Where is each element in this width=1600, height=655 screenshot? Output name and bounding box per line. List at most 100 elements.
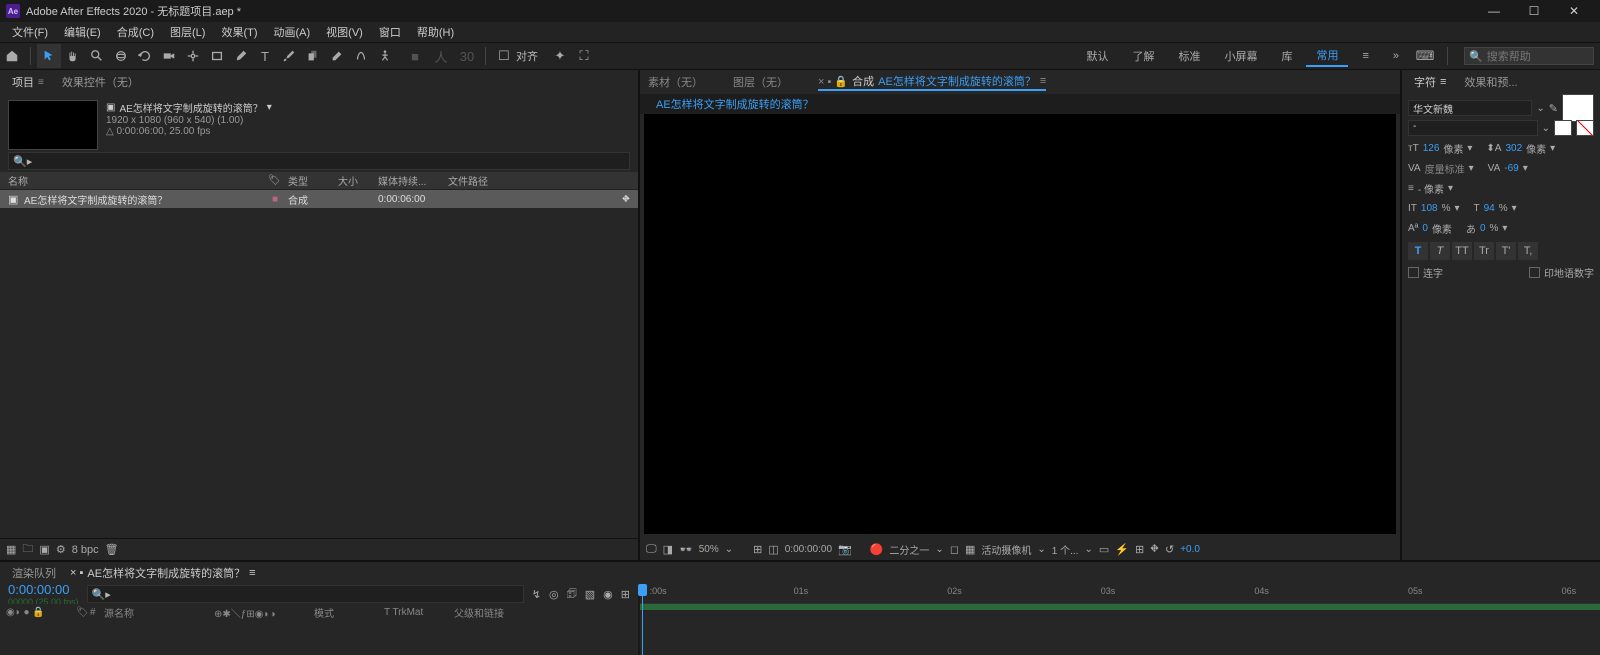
col-size[interactable]: 大小 [338, 173, 378, 188]
ws-more-icon[interactable]: » [1383, 48, 1409, 64]
subscript[interactable]: T, [1518, 242, 1538, 260]
project-item-row[interactable]: ▣ AE怎样将文字制成旋转的滚筒？ ■ 合成 0:00:06:00 ⛖ [0, 190, 638, 208]
source-tab[interactable]: 素材（无） [648, 74, 703, 90]
font-style[interactable]: - [1408, 120, 1538, 136]
faux-italic[interactable]: T [1430, 242, 1450, 260]
ws-common[interactable]: 常用 [1306, 45, 1348, 67]
ws-menu-icon[interactable]: ≡ [1352, 48, 1378, 64]
snap-icon[interactable]: ☐ [492, 44, 516, 68]
font-family[interactable]: 华文新魏 [1408, 100, 1532, 116]
rotation-tool[interactable] [133, 44, 157, 68]
new-folder-icon[interactable]: 🗀 [22, 540, 33, 559]
px-aspect-icon[interactable]: ▭ [1099, 543, 1109, 556]
menu-comp[interactable]: 合成(C) [109, 24, 162, 40]
maximize-button[interactable]: ☐ [1514, 0, 1554, 22]
work-area[interactable] [640, 604, 1600, 610]
camera-tool[interactable] [157, 44, 181, 68]
bpc-label[interactable]: 8 bpc [72, 544, 99, 556]
layer-tab[interactable]: 图层（无） [733, 74, 788, 90]
menu-window[interactable]: 窗口 [371, 24, 409, 40]
zoom-tool[interactable] [85, 44, 109, 68]
home-tool[interactable] [0, 44, 24, 68]
timeline-comp-tab[interactable]: × ▪ AE怎样将文字制成旋转的滚筒？ ≡ [66, 563, 260, 583]
settings-icon[interactable]: ⚙ [56, 543, 66, 556]
tl-frameblend-icon[interactable]: ▧ [585, 588, 595, 601]
mask-icon[interactable]: 👓 [679, 543, 693, 556]
src-col[interactable]: 源名称 [104, 605, 214, 620]
opt-2[interactable]: 人 [429, 44, 453, 68]
exposure-value[interactable]: +0.0 [1180, 544, 1200, 555]
ws-lib[interactable]: 库 [1271, 46, 1302, 66]
ws-default[interactable]: 默认 [1076, 46, 1118, 66]
guides-icon[interactable]: ◫ [768, 543, 778, 556]
roto-tool[interactable] [349, 44, 373, 68]
resolution-dd[interactable]: 二分之一 [889, 542, 929, 557]
magic-icon[interactable]: ✦ [548, 44, 572, 68]
col-mdur[interactable]: 媒体持续... [378, 173, 448, 188]
preview-tc[interactable]: 0:00:00:00 [785, 544, 832, 555]
col-tag-icon[interactable]: 🏷 [268, 175, 288, 186]
trk-col[interactable]: T TrkMat [384, 607, 454, 618]
menu-help[interactable]: 帮助(H) [409, 24, 462, 40]
text-tool[interactable]: T [253, 44, 277, 68]
time-ruler[interactable]: :00s 01s 02s 03s 04s 05s 06s [640, 584, 1600, 604]
views-dd[interactable]: 1 个... [1052, 542, 1079, 557]
timeline-search[interactable]: 🔍▸ [87, 585, 524, 603]
comp-viewer[interactable] [644, 114, 1396, 534]
menu-layer[interactable]: 图层(L) [162, 24, 213, 40]
menu-edit[interactable]: 编辑(E) [56, 24, 109, 40]
puppet-tool[interactable] [373, 44, 397, 68]
selection-tool[interactable] [37, 44, 61, 68]
col-path[interactable]: 文件路径 [448, 173, 488, 188]
orbit-tool[interactable] [109, 44, 133, 68]
channel-icon[interactable]: 🔴 [870, 543, 884, 556]
mode-col[interactable]: 模式 [314, 605, 384, 620]
tl-motionblur-icon[interactable]: ◉ [603, 588, 613, 601]
effects-tab[interactable]: 效果控件（无） [58, 72, 143, 92]
faux-bold[interactable]: T [1408, 242, 1428, 260]
stroke-swatch-1[interactable] [1554, 120, 1572, 136]
char-tab[interactable]: 字符 ≡ [1410, 72, 1450, 92]
clone-tool[interactable] [301, 44, 325, 68]
grid-icon[interactable]: ⊞ [753, 543, 762, 556]
tab-menu-icon[interactable]: ≡ [38, 77, 44, 88]
superscript[interactable]: T' [1496, 242, 1516, 260]
tl-draft3d-icon[interactable]: 🗊 [567, 585, 577, 604]
render-queue-tab[interactable]: 渲染队列 [8, 563, 60, 583]
timeline-tracks[interactable]: :00s 01s 02s 03s 04s 05s 06s [640, 584, 1600, 655]
tl-graph-icon[interactable]: ⊞ [621, 588, 630, 601]
tl-shy-icon[interactable]: ↯ [532, 588, 541, 601]
anchor-tool[interactable] [181, 44, 205, 68]
menu-view[interactable]: 视图(V) [318, 24, 371, 40]
hindi-checkbox[interactable] [1529, 267, 1540, 278]
ws-standard[interactable]: 标准 [1168, 46, 1210, 66]
col-type[interactable]: 类型 [288, 173, 338, 188]
pen-tool[interactable] [229, 44, 253, 68]
tl-comp-icon[interactable]: ◎ [549, 588, 559, 601]
parent-col[interactable]: 父级和链接 [454, 605, 504, 620]
camera-dd[interactable]: 活动摄像机 [981, 542, 1031, 557]
monitor-icon[interactable]: 🖵 [646, 543, 657, 556]
transparency-icon[interactable]: ▦ [965, 543, 975, 556]
comp-thumbnail[interactable] [8, 100, 98, 150]
menu-anim[interactable]: 动画(A) [266, 24, 319, 40]
eraser-tool[interactable] [325, 44, 349, 68]
close-button[interactable]: ✕ [1554, 0, 1594, 22]
ws-small[interactable]: 小屏幕 [1214, 46, 1267, 66]
project-search[interactable]: 🔍▸ [8, 152, 630, 170]
zoom-value[interactable]: 50% [699, 544, 719, 555]
snapshot-icon[interactable]: 📷 [838, 543, 852, 556]
opt-1[interactable]: ■ [403, 44, 427, 68]
kbd-icon[interactable]: ⌨ [1413, 44, 1437, 68]
small-caps[interactable]: Tr [1474, 242, 1494, 260]
row-flow-icon[interactable]: ⛖ [622, 194, 630, 205]
reset-exp-icon[interactable]: ↺ [1165, 543, 1174, 556]
comp-tab[interactable]: × ▪ 🔒 合成 AE怎样将文字制成旋转的滚筒？ ≡ [818, 73, 1046, 91]
toggle-alpha-icon[interactable]: ◨ [663, 543, 673, 556]
liga-checkbox[interactable] [1408, 267, 1419, 278]
ws-learn[interactable]: 了解 [1122, 46, 1164, 66]
playhead[interactable] [642, 584, 643, 655]
fast-preview-icon[interactable]: ⚡ [1115, 543, 1129, 556]
timeline-icon[interactable]: ⊞ [1135, 543, 1144, 556]
roi-icon[interactable]: ◻ [950, 543, 959, 556]
